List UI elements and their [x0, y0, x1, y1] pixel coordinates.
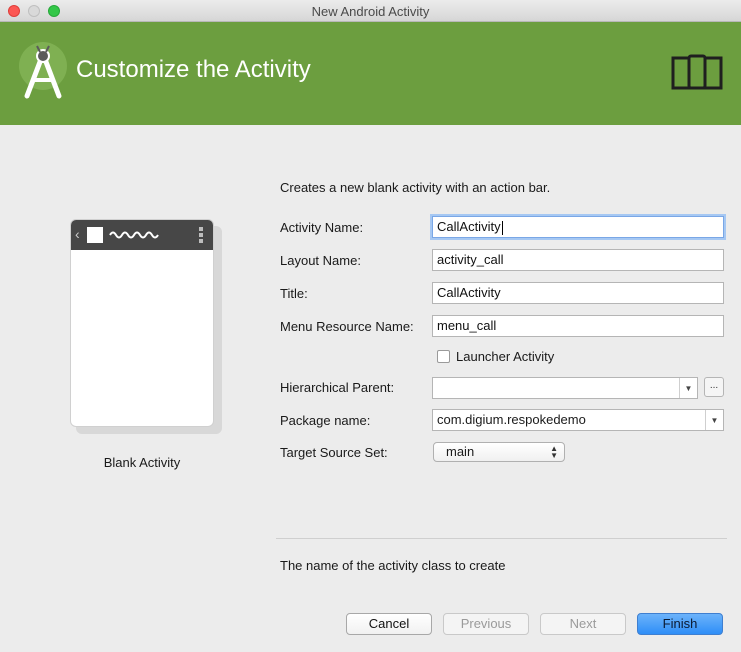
target-source-set-value: main	[446, 444, 475, 459]
menu-resource-name-label: Menu Resource Name:	[280, 319, 414, 334]
android-studio-logo-icon	[19, 42, 67, 99]
package-name-value: com.digium.respokedemo	[437, 412, 586, 427]
hierarchical-parent-combo[interactable]: ▼	[432, 377, 698, 399]
window-titlebar: New Android Activity	[0, 0, 741, 22]
title-field[interactable]: CallActivity	[432, 282, 724, 304]
target-source-set-label: Target Source Set:	[280, 445, 388, 460]
app-icon-placeholder	[87, 227, 103, 243]
page-title: Customize the Activity	[76, 56, 311, 83]
wizard-header: Customize the Activity	[0, 22, 741, 125]
window-title: New Android Activity	[311, 4, 430, 19]
template-name-label: Blank Activity	[103, 455, 181, 470]
next-button[interactable]: Next	[540, 613, 626, 635]
previous-button[interactable]: Previous	[443, 613, 529, 635]
dropdown-arrow-icon[interactable]: ▼	[705, 410, 723, 430]
hierarchical-parent-label: Hierarchical Parent:	[280, 380, 395, 395]
activity-name-label: Activity Name:	[280, 220, 364, 235]
target-source-set-select[interactable]: main ▲ ▼	[433, 442, 565, 462]
back-chevron-icon: ‹	[75, 226, 80, 242]
activity-name-value: CallActivity	[437, 219, 501, 234]
preview-action-bar: ‹	[71, 220, 213, 250]
title-label: Title:	[280, 286, 308, 301]
launcher-activity-option[interactable]: Launcher Activity	[437, 349, 554, 364]
package-name-label: Package name:	[280, 413, 371, 428]
cancel-button[interactable]: Cancel	[346, 613, 432, 635]
text-caret	[501, 220, 503, 235]
field-hint: The name of the activity class to create	[280, 558, 506, 573]
launcher-activity-checkbox[interactable]	[437, 350, 450, 363]
overflow-menu-icon	[199, 227, 203, 243]
menu-resource-name-field[interactable]: menu_call	[432, 315, 724, 337]
form-factor-devices-icon	[671, 54, 723, 90]
layout-name-field[interactable]: activity_call	[432, 249, 724, 271]
browse-parent-button[interactable]: ...	[704, 377, 724, 397]
template-description: Creates a new blank activity with an act…	[280, 180, 551, 195]
separator	[276, 538, 727, 539]
activity-template-preview: ‹	[70, 219, 214, 427]
dropdown-arrow-icon[interactable]: ▼	[679, 378, 697, 398]
title-squiggle-icon	[109, 231, 159, 239]
launcher-activity-label: Launcher Activity	[456, 349, 555, 364]
layout-name-label: Layout Name:	[280, 253, 361, 268]
finish-button[interactable]: Finish	[637, 613, 723, 635]
up-down-arrows-icon: ▲ ▼	[550, 444, 558, 460]
activity-name-field[interactable]: CallActivity	[432, 216, 724, 238]
package-name-combo[interactable]: com.digium.respokedemo ▼	[432, 409, 724, 431]
